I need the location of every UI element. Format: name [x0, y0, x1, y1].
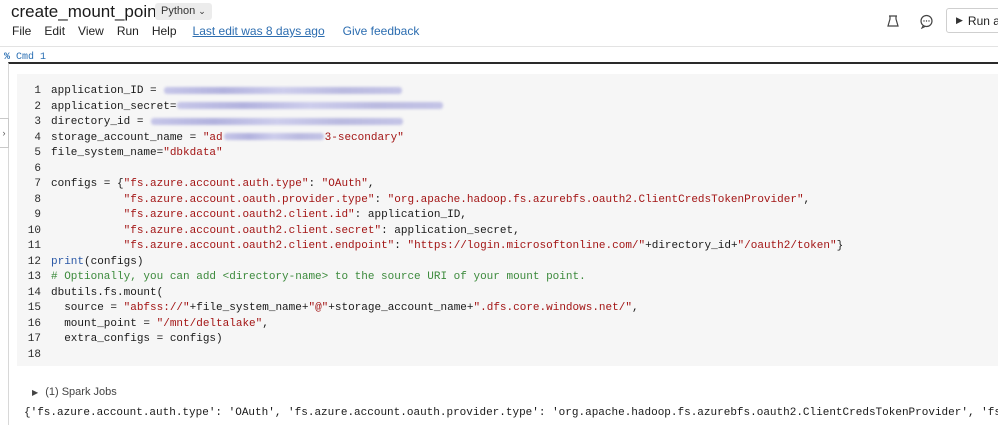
- language-selector[interactable]: Python ⌄: [155, 3, 212, 20]
- spark-jobs-toggle[interactable]: ▶ (1) Spark Jobs: [32, 386, 117, 398]
- menu-bar: File Edit View Run Help Last edit was 8 …: [12, 24, 419, 38]
- spark-jobs-label: (1) Spark Jobs: [45, 386, 117, 398]
- run-all-label: Run a: [967, 13, 998, 28]
- last-edit-link[interactable]: Last edit was 8 days ago: [193, 24, 325, 38]
- notebook-cell: 1 application_ID = 2 application_secret= 3…: [8, 62, 998, 425]
- chevron-right-icon[interactable]: ›: [0, 118, 9, 148]
- play-icon: ▶: [956, 15, 963, 25]
- give-feedback-link[interactable]: Give feedback: [343, 24, 420, 38]
- menu-help[interactable]: Help: [152, 24, 177, 38]
- notebook-header: create_mount_point Python ⌄ File Edit Vi…: [0, 0, 998, 47]
- language-label: Python: [161, 5, 196, 17]
- menu-view[interactable]: View: [78, 24, 104, 38]
- code-editor[interactable]: 1 application_ID = 2 application_secret= 3…: [17, 74, 998, 366]
- run-all-button[interactable]: ▶ Run a: [946, 8, 998, 33]
- menu-edit[interactable]: Edit: [44, 24, 65, 38]
- chevron-down-icon: ⌄: [198, 6, 206, 16]
- notebook-title[interactable]: create_mount_point: [11, 2, 161, 22]
- cell-output: {'fs.azure.account.auth.type': 'OAuth', …: [24, 407, 998, 419]
- menu-run[interactable]: Run: [117, 24, 139, 38]
- comment-icon[interactable]: [917, 12, 935, 30]
- caret-right-icon: ▶: [32, 388, 39, 397]
- menu-file[interactable]: File: [12, 24, 31, 38]
- user-icon[interactable]: [884, 12, 902, 30]
